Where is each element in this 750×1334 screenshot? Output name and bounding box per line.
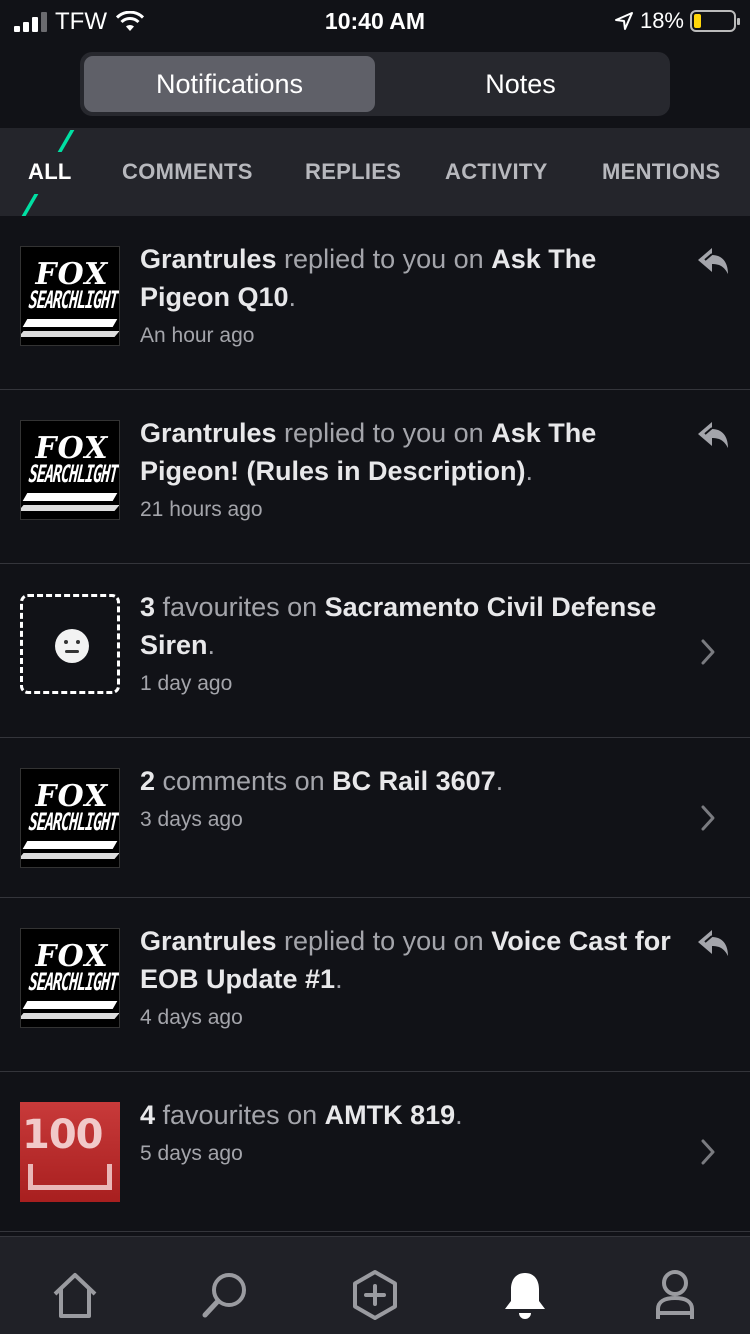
notification-end: .: [335, 964, 343, 994]
active-tab-indicator-bottom: [21, 194, 39, 216]
notification-item[interactable]: 3 favourites on Sacramento Civil Defense…: [0, 564, 750, 738]
notification-target[interactable]: AMTK 819: [325, 1100, 456, 1130]
fox-searchlight-thumbnail: FOX SEARCHLIGHT: [20, 928, 120, 1028]
filter-tabs: ALL COMMENTS REPLIES ACTIVITY MENTIONS: [0, 128, 750, 216]
notification-text: Grantrules replied to you on Ask The Pig…: [140, 240, 685, 316]
segment-notifications[interactable]: Notifications: [84, 56, 375, 112]
notification-end: .: [288, 282, 297, 312]
notification-time: An hour ago: [140, 324, 255, 347]
notification-item[interactable]: FOX SEARCHLIGHT Grantrules replied to yo…: [0, 216, 750, 390]
notification-actor: Grantrules: [140, 926, 277, 956]
status-bar: TFW 10:40 AM 18%: [0, 0, 750, 44]
rail-100-thumbnail: 100: [20, 1102, 120, 1202]
nav-profile[interactable]: [647, 1267, 703, 1323]
tab-mentions[interactable]: MENTIONS: [602, 159, 721, 185]
notification-text: Grantrules replied to you on Ask The Pig…: [140, 414, 685, 490]
nav-notifications[interactable]: [497, 1267, 553, 1323]
tab-all[interactable]: ALL: [28, 159, 72, 185]
battery-percent: 18%: [639, 8, 684, 33]
battery-icon: [690, 10, 740, 32]
status-right-group: 18%: [614, 8, 740, 34]
notification-list: FOX SEARCHLIGHT Grantrules replied to yo…: [0, 216, 750, 1232]
notification-item[interactable]: FOX SEARCHLIGHT 2 comments on BC Rail 36…: [0, 738, 750, 898]
notification-end: .: [207, 630, 216, 660]
notification-end: .: [525, 456, 534, 486]
notification-text: 3 favourites on Sacramento Civil Defense…: [140, 588, 685, 664]
notification-verb: replied to you on: [276, 926, 492, 956]
reply-icon[interactable]: [696, 420, 730, 450]
notification-item[interactable]: FOX SEARCHLIGHT Grantrules replied to yo…: [0, 390, 750, 564]
notification-verb: favourites on: [155, 1100, 325, 1130]
reply-icon[interactable]: [696, 928, 730, 958]
chevron-right-icon[interactable]: [700, 804, 716, 832]
notification-text: 4 favourites on AMTK 819.: [140, 1096, 685, 1134]
notification-actor: 4: [140, 1100, 156, 1130]
notification-text: 2 comments on BC Rail 3607.: [140, 762, 685, 800]
tab-replies[interactable]: REPLIES: [305, 159, 401, 185]
notification-verb: replied to you on: [276, 418, 492, 448]
smiley-thumbnail: [20, 594, 120, 694]
notification-time: 3 days ago: [140, 808, 243, 831]
reply-icon[interactable]: [696, 246, 730, 276]
notification-actor: 2: [140, 766, 156, 796]
notification-verb: replied to you on: [276, 244, 492, 274]
search-icon: [202, 1273, 246, 1318]
notification-end: .: [455, 1100, 463, 1130]
tab-activity[interactable]: ACTIVITY: [445, 159, 548, 185]
notification-actor: Grantrules: [140, 418, 277, 448]
active-tab-indicator-top: [57, 130, 75, 152]
notification-time: 4 days ago: [140, 1006, 243, 1029]
notification-item[interactable]: FOX SEARCHLIGHT Grantrules replied to yo…: [0, 898, 750, 1072]
battery-fill: [694, 14, 701, 28]
bottom-nav: [0, 1236, 750, 1334]
nav-search[interactable]: [197, 1267, 253, 1323]
profile-icon: [656, 1270, 694, 1319]
fox-searchlight-thumbnail: FOX SEARCHLIGHT: [20, 246, 120, 346]
home-icon: [53, 1273, 97, 1318]
notification-verb: comments on: [155, 766, 333, 796]
notification-time: 21 hours ago: [140, 498, 263, 521]
notification-time: 1 day ago: [140, 672, 233, 695]
notification-end: .: [495, 766, 504, 796]
location-arrow-icon: [614, 12, 633, 30]
notification-target[interactable]: BC Rail 3607: [332, 766, 496, 796]
notification-item[interactable]: 100 4 favourites on AMTK 819. 5 days ago: [0, 1072, 750, 1232]
segmented-control: Notifications Notes: [80, 52, 670, 116]
nav-create[interactable]: [347, 1267, 403, 1323]
notification-verb: favourites on: [155, 592, 325, 622]
segment-notes[interactable]: Notes: [375, 56, 666, 112]
chevron-right-icon[interactable]: [700, 1138, 716, 1166]
smiley-icon: [55, 629, 89, 663]
nav-home[interactable]: [47, 1267, 103, 1323]
tab-comments[interactable]: COMMENTS: [122, 159, 253, 185]
notification-actor: Grantrules: [140, 244, 277, 274]
fox-searchlight-thumbnail: FOX SEARCHLIGHT: [20, 420, 120, 520]
bell-icon: [505, 1273, 545, 1319]
fox-searchlight-thumbnail: FOX SEARCHLIGHT: [20, 768, 120, 868]
chevron-right-icon[interactable]: [700, 638, 716, 666]
notification-actor: 3: [140, 592, 156, 622]
add-hexagon-icon: [353, 1270, 397, 1320]
notification-time: 5 days ago: [140, 1142, 243, 1165]
notification-text: Grantrules replied to you on Voice Cast …: [140, 922, 685, 998]
